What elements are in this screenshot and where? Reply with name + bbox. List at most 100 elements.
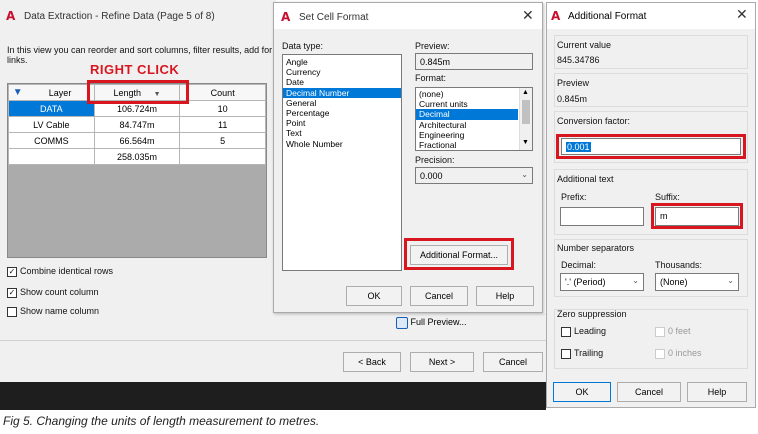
list-item[interactable]: Date [283,77,401,87]
cell-format-title: Set Cell Format [299,12,369,23]
conversion-factor-label: Conversion factor: [557,116,631,126]
leading-checkbox[interactable]: Leading [561,326,606,337]
list-item-selected[interactable]: Decimal [416,109,518,120]
format-list[interactable]: (none) Current units Decimal Architectur… [415,87,533,151]
inches-label: 0 inches [668,348,702,358]
list-item[interactable]: Whole Number [283,139,401,149]
current-value-label: Current value [557,40,612,50]
checkbox-unchecked-icon [7,306,17,317]
cell-length-total[interactable]: 258.035m [93,148,181,165]
decimal-separator-value: '.' (Period) [565,277,606,287]
cell-format-ok-button[interactable]: OK [346,286,402,306]
cell-layer[interactable]: DATA [8,100,95,117]
additional-text-label: Additional text [557,174,614,184]
full-preview-label: Full Preview... [410,317,467,327]
cell-count[interactable] [179,148,266,165]
trailing-checkbox[interactable]: Trailing [561,348,603,359]
list-item-selected[interactable]: Decimal Number [283,87,401,98]
list-item[interactable]: Current units [416,99,518,109]
precision-select[interactable]: 0.000 ⌄ [415,167,533,184]
additional-format-title: Additional Format [568,11,647,22]
checkbox-checked-icon: ✓ [7,287,17,298]
table-total-row[interactable]: 258.035m [8,148,266,165]
cell-count[interactable]: 11 [179,116,266,133]
magnifier-icon [396,316,408,329]
combine-rows-checkbox[interactable]: ✓ Combine identical rows [7,266,113,277]
chevron-down-icon: ⌄ [632,276,639,285]
trailing-label: Trailing [574,348,604,358]
thousands-separator-select[interactable]: (None) ⌄ [655,273,739,291]
suffix-highlight [651,203,743,229]
full-preview-button[interactable]: Full Preview... [396,314,516,332]
cell-format-cancel-button[interactable]: Cancel [410,286,468,306]
current-value: 845.34786 [557,55,600,65]
additional-format-cancel-button[interactable]: Cancel [617,382,681,402]
feet-label: 0 feet [668,326,691,336]
cell-format-help-button[interactable]: Help [476,286,534,306]
suffix-label: Suffix: [655,192,680,202]
format-scrollbar[interactable]: ▲ ▼ [519,88,532,150]
show-count-checkbox[interactable]: ✓ Show count column [7,287,99,298]
scroll-thumb[interactable] [522,100,530,124]
show-name-label: Show name column [20,306,100,316]
cell-layer[interactable]: LV Cable [8,116,95,133]
extraction-title: Data Extraction - Refine Data (Page 5 of… [24,11,215,22]
cell-count[interactable]: 5 [179,132,266,149]
column-header-layer[interactable]: Layer [26,84,95,101]
feet-checkbox: 0 feet [655,326,691,337]
prefix-input[interactable] [560,207,644,226]
cell-layer[interactable]: COMMS [8,132,95,149]
filter-header-cell[interactable]: ▼ [8,84,27,101]
table-row[interactable]: COMMS 66.564m 5 [8,132,266,149]
column-header-count[interactable]: Count [179,84,266,101]
format-label: Format: [415,73,447,83]
list-item[interactable]: Percentage [283,108,401,118]
data-type-label: Data type: [282,41,324,51]
list-item[interactable]: Fractional [416,140,518,150]
cell-layer[interactable] [8,148,95,165]
checkbox-checked-icon: ✓ [7,266,17,277]
list-item[interactable]: General [283,98,401,108]
back-button[interactable]: < Back [343,352,401,372]
close-icon[interactable]: ✕ [736,7,748,23]
extraction-cancel-button[interactable]: Cancel [483,352,543,372]
thousands-label: Thousands: [655,260,703,270]
list-item[interactable]: Angle [283,57,401,67]
additional-format-help-button[interactable]: Help [687,382,747,402]
table-row[interactable]: LV Cable 84.747m 11 [8,116,266,133]
scroll-down-icon[interactable]: ▼ [522,139,529,146]
show-name-checkbox[interactable]: Show name column [7,306,99,317]
decimal-label: Decimal: [561,260,597,270]
length-header-highlight [87,80,189,104]
preview-value: 0.845m [557,94,588,104]
list-item[interactable]: Engineering [416,130,518,140]
cell-length[interactable]: 84.747m [93,116,181,133]
list-item[interactable]: (none) [416,89,518,99]
preview-label: Preview [557,78,590,88]
chevron-down-icon: ⌄ [521,170,528,179]
show-count-label: Show count column [20,287,99,297]
list-item[interactable]: Currency [283,67,401,77]
autocad-logo-icon: A [6,9,16,23]
leading-label: Leading [574,326,607,336]
decimal-separator-select[interactable]: '.' (Period) ⌄ [560,273,644,291]
additional-format-highlight [404,238,514,270]
cell-length[interactable]: 66.564m [93,132,181,149]
next-button[interactable]: Next > [410,352,474,372]
preview-label: Preview: [415,41,450,51]
list-item[interactable]: Architectural [416,120,518,130]
list-item[interactable]: Text [283,128,401,138]
cell-count[interactable]: 10 [179,100,266,117]
chevron-down-icon: ⌄ [727,276,734,285]
additional-format-ok-button[interactable]: OK [553,382,611,402]
data-extraction-window: A Data Extraction - Refine Data (Page 5 … [0,0,276,410]
thousands-separator-value: (None) [660,277,688,287]
number-separators-label: Number separators [557,243,635,253]
extraction-intro: In this view you can reorder and sort co… [7,45,273,55]
extraction-divider [0,340,546,341]
scroll-up-icon[interactable]: ▲ [522,89,529,96]
data-type-list[interactable]: Angle Currency Date Decimal Number Gener… [282,54,402,271]
checkbox-unchecked-icon [561,326,571,337]
list-item[interactable]: Point [283,118,401,128]
close-icon[interactable]: ✕ [522,8,534,24]
